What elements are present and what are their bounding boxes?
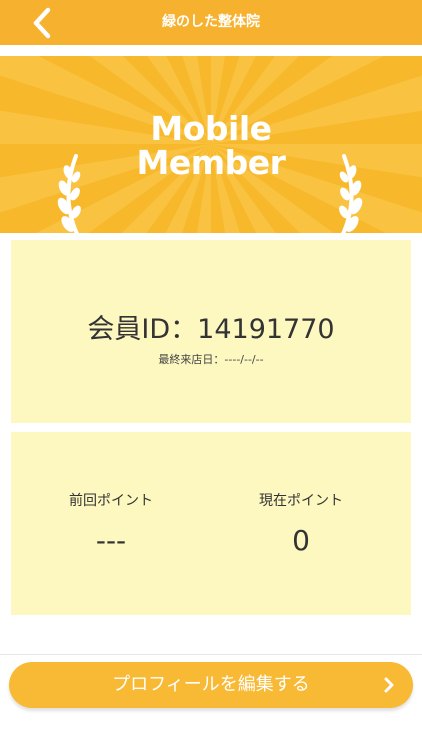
previous-points-label: 前回ポイント — [69, 493, 153, 509]
last-visit: 最終来店日：----/--/-- — [11, 351, 411, 367]
mobile-member-banner: Mobile Member — [0, 56, 422, 233]
page-title: 緑のした整体院 — [162, 14, 260, 30]
edit-profile-label: プロフィールを編集する — [112, 674, 310, 695]
member-id-label: 会員ID： — [87, 314, 198, 345]
previous-points-value: --- — [95, 524, 127, 557]
edit-profile-button[interactable]: プロフィールを編集する — [9, 662, 413, 708]
footer-divider — [0, 654, 422, 655]
member-id: 会員ID：14191770 — [11, 313, 411, 347]
last-visit-value: ----/--/-- — [224, 353, 264, 366]
points-card: 前回ポイント --- 現在ポイント 0 — [11, 432, 411, 615]
current-points-value: 0 — [292, 524, 310, 557]
last-visit-label: 最終来店日： — [158, 353, 225, 366]
chevron-right-icon — [384, 677, 394, 693]
laurel-icon — [339, 154, 363, 233]
app-header: 緑のした整体院 — [0, 0, 422, 45]
member-id-value: 14191770 — [197, 314, 335, 345]
banner-title-line1: Mobile — [150, 109, 272, 148]
member-card: 会員ID：14191770 最終来店日：----/--/-- — [11, 240, 411, 423]
current-points: 現在ポイント 0 — [201, 490, 401, 557]
current-points-label: 現在ポイント — [259, 493, 343, 509]
previous-points: 前回ポイント --- — [11, 490, 211, 557]
